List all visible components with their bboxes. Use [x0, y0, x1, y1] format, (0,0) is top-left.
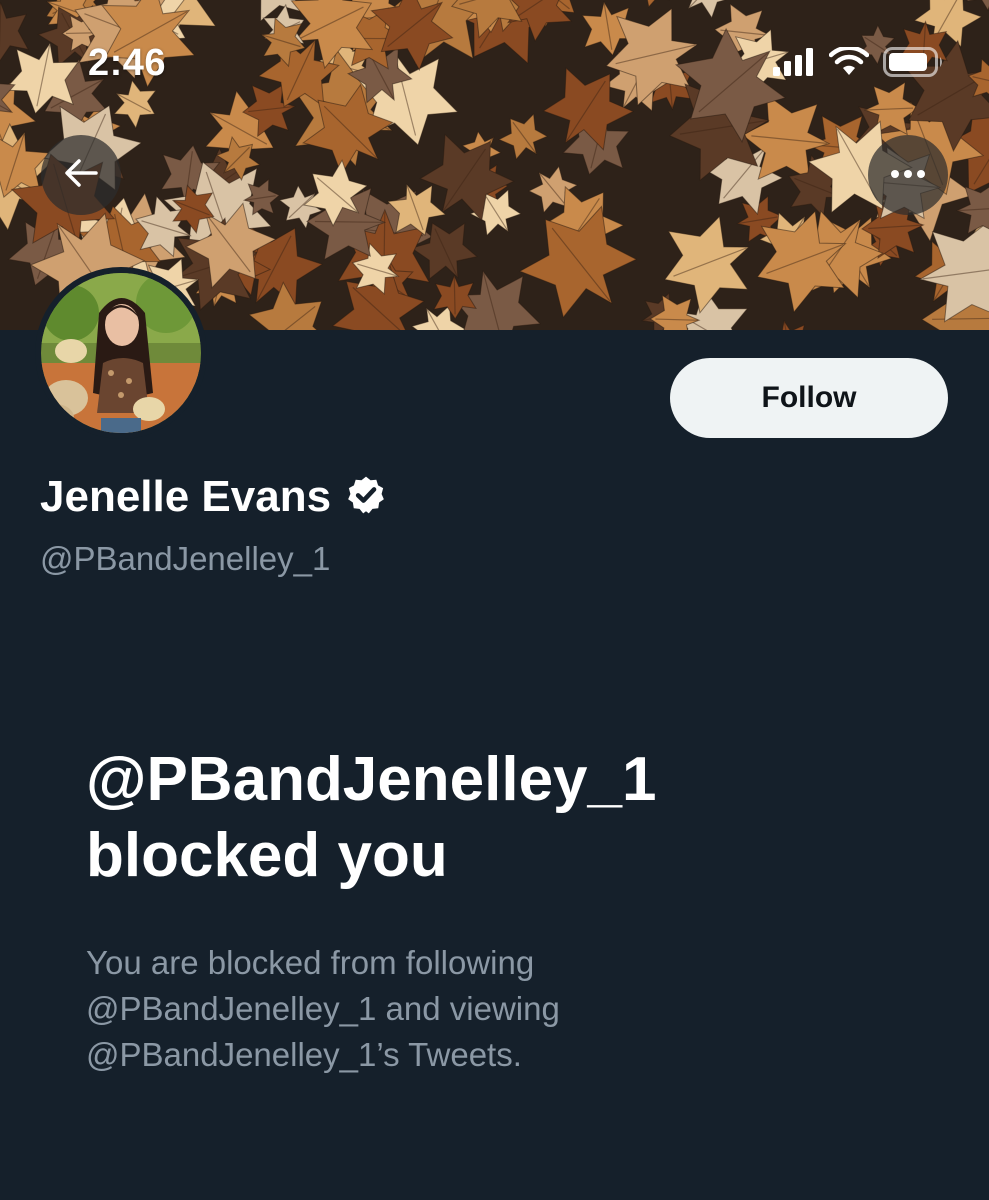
back-button[interactable] [41, 135, 121, 215]
blocked-description: You are blocked from following @PBandJen… [86, 940, 686, 1078]
blocked-description-line: @PBandJenelley_1 and viewing [86, 990, 560, 1027]
battery-icon [883, 46, 945, 82]
status-time: 2:46 [88, 42, 167, 84]
blocked-title: @PBandJenelley_1 blocked you [86, 742, 906, 894]
cellular-signal-icon [773, 47, 815, 81]
verified-badge-icon [345, 474, 387, 521]
wifi-icon [828, 45, 870, 82]
profile-handle: @PBandJenelley_1 [40, 540, 331, 577]
blocked-title-line: blocked you [86, 821, 448, 890]
avatar-image [41, 273, 201, 433]
profile-avatar[interactable] [35, 267, 207, 439]
follow-button[interactable]: Follow [670, 358, 948, 438]
more-options-button[interactable] [868, 135, 948, 215]
blocked-title-line: @PBandJenelley_1 [86, 745, 657, 814]
banner-leaf-vein [453, 276, 456, 315]
blocked-description-line: @PBandJenelley_1’s Tweets. [86, 1036, 522, 1073]
arrow-left-icon [63, 158, 99, 193]
blocked-description-line: You are blocked from following [86, 944, 535, 981]
banner-leaf-vein [314, 220, 383, 223]
more-horizontal-icon [890, 166, 926, 184]
status-icons [773, 45, 945, 82]
profile-display-name: Jenelle Evans [40, 472, 332, 521]
profile-name-row: Jenelle Evans [40, 472, 387, 522]
status-bar: 2:46 [0, 0, 989, 110]
